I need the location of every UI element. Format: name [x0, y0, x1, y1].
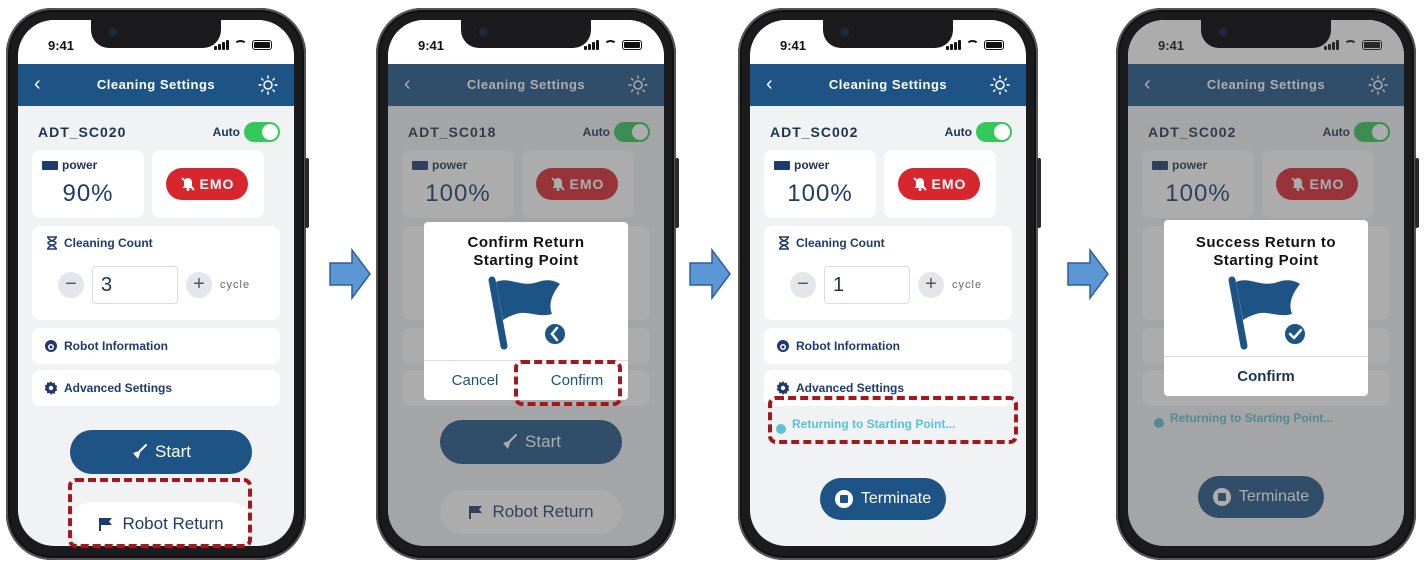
app-screen: 9:41 ‹ Cleaning Settings ADT_SC018 Auto … [388, 20, 664, 546]
highlight-returning [768, 396, 1018, 444]
robot-information-row[interactable]: Robot Information [32, 328, 280, 364]
flag-success-icon [1223, 274, 1307, 350]
highlight-confirm [514, 360, 622, 406]
device-name: ADT_SC020 [38, 124, 127, 140]
power-card: power 100% [764, 150, 876, 218]
terminate-button[interactable]: Terminate [820, 478, 946, 520]
highlight-robot-return [68, 478, 252, 548]
robot-information-row[interactable]: Robot Information [764, 328, 1012, 364]
sun-icon[interactable] [258, 75, 278, 95]
stop-icon [834, 490, 853, 508]
cleaning-count-card: Cleaning Count − 1 + cycle [764, 226, 1012, 320]
cycle-label: cycle [220, 279, 251, 291]
phone-screen-4: 9:41 ‹ Cleaning Settings ADT_SC002 Auto … [1116, 8, 1419, 560]
emo-label: EMO [931, 176, 967, 192]
arrow-right-icon [689, 247, 731, 301]
battery-icon [622, 40, 642, 50]
decrement-button[interactable]: − [790, 272, 816, 298]
advanced-settings-label: Advanced Settings [796, 381, 905, 395]
battery-icon [42, 160, 58, 170]
broom-icon [131, 444, 147, 460]
cleaning-count-card: Cleaning Count − 3 + cycle [32, 226, 280, 320]
bell-off-icon [912, 176, 928, 192]
robot-information-label: Robot Information [64, 339, 168, 353]
cleaning-count-label: Cleaning Count [796, 236, 885, 250]
status-time: 9:41 [780, 38, 807, 53]
start-label: Start [155, 442, 191, 461]
page-title: Cleaning Settings [96, 77, 216, 92]
success-return-dialog: Success Return to Starting Point Confirm [1164, 220, 1368, 396]
settings-content: ADT_SC002 Auto power 100% EMO Cleaning C… [750, 106, 1026, 546]
emo-button[interactable]: EMO [166, 168, 248, 200]
sun-icon[interactable] [990, 75, 1010, 95]
auto-label: Auto [944, 125, 972, 139]
emo-button[interactable]: EMO [898, 168, 980, 200]
count-input[interactable]: 1 [824, 266, 910, 304]
gear-icon [44, 381, 58, 395]
phone-screen-3: 9:41 ‹ Cleaning Settings ADT_SC002 Auto … [738, 8, 1041, 560]
count-input[interactable]: 3 [92, 266, 178, 304]
app-screen: 9:41 ‹ Cleaning Settings ADT_SC020 Auto … [18, 20, 294, 546]
arrow-right-icon [1067, 247, 1109, 301]
wifi-icon [966, 40, 979, 50]
gear-icon [776, 381, 790, 395]
increment-button[interactable]: + [186, 272, 212, 298]
dialog-title-line2: Starting Point [473, 252, 579, 269]
dialog-title-line1: Success Return to [1195, 234, 1337, 251]
emo-card: EMO [152, 150, 264, 218]
confirm-button[interactable]: Confirm [1164, 357, 1368, 396]
start-button[interactable]: Start [70, 430, 252, 474]
page-title: Cleaning Settings [828, 77, 948, 92]
status-time: 9:41 [418, 38, 445, 53]
advanced-settings-row[interactable]: Advanced Settings [32, 370, 280, 406]
hourglass-icon [46, 236, 58, 250]
increment-button[interactable]: + [918, 272, 944, 298]
power-label: power [794, 158, 830, 172]
wifi-icon [604, 40, 617, 50]
bell-off-icon [180, 176, 196, 192]
power-value: 90% [62, 180, 114, 207]
power-label: power [62, 158, 98, 172]
wifi-icon [234, 40, 247, 50]
robot-icon [44, 339, 58, 353]
auto-label: Auto [212, 125, 240, 139]
status-time: 9:41 [48, 38, 75, 53]
nav-bar: ‹ Cleaning Settings [18, 64, 294, 106]
decrement-button[interactable]: − [58, 272, 84, 298]
advanced-settings-label: Advanced Settings [64, 381, 173, 395]
terminate-label: Terminate [860, 490, 932, 507]
dialog-title-line2: Starting Point [1213, 252, 1319, 269]
device-name: ADT_SC002 [770, 124, 859, 140]
emo-card: EMO [884, 150, 996, 218]
hourglass-icon [778, 236, 790, 250]
phone-screen-2: 9:41 ‹ Cleaning Settings ADT_SC018 Auto … [376, 8, 679, 560]
cleaning-count-label: Cleaning Count [64, 236, 153, 250]
flag-return-icon [483, 274, 567, 350]
battery-icon [984, 40, 1004, 50]
power-value: 100% [787, 180, 853, 207]
app-screen: 9:41 ‹ Cleaning Settings ADT_SC002 Auto … [750, 20, 1026, 546]
auto-toggle[interactable] [244, 122, 280, 142]
battery-icon [774, 160, 790, 170]
battery-icon [252, 40, 272, 50]
arrow-right-icon [329, 247, 371, 301]
nav-bar: ‹ Cleaning Settings [750, 64, 1026, 106]
robot-information-label: Robot Information [796, 339, 900, 353]
auto-toggle[interactable] [976, 122, 1012, 142]
cancel-button[interactable]: Cancel [424, 361, 526, 400]
power-card: power 90% [32, 150, 144, 218]
app-screen: 9:41 ‹ Cleaning Settings ADT_SC002 Auto … [1128, 20, 1404, 546]
dialog-title-line1: Confirm Return [467, 234, 585, 251]
robot-icon [776, 339, 790, 353]
emo-label: EMO [199, 176, 235, 192]
cycle-label: cycle [952, 279, 983, 291]
